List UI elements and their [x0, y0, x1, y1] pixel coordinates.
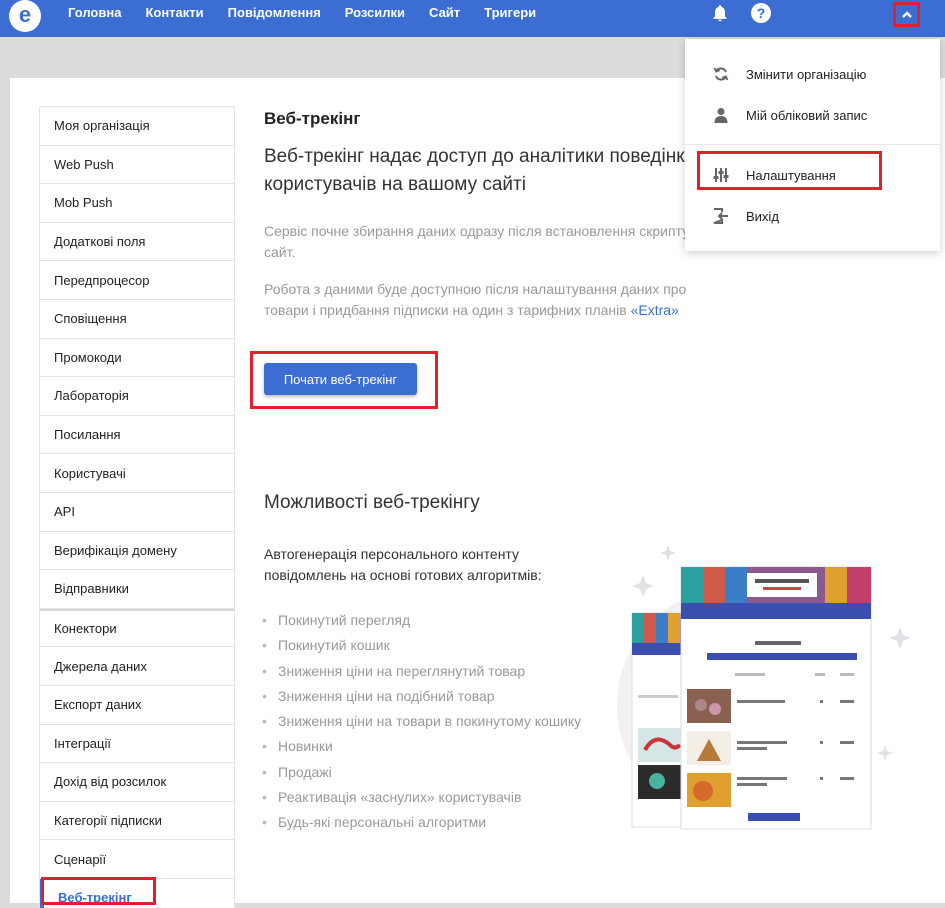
lead-text: Веб-трекінг надає доступ до аналітики по…: [264, 146, 696, 195]
nav-home[interactable]: Головна: [68, 5, 121, 21]
email-preview-illustration: [617, 545, 911, 830]
list-item: • Продажі: [262, 763, 332, 780]
list-item: • Новинки: [262, 738, 333, 755]
sidebar-item-integrations[interactable]: Інтеграції: [40, 725, 234, 764]
feature-label: Продажі: [278, 763, 332, 780]
feature-label: Будь-які персональні алгоритми: [278, 814, 487, 831]
settings-sidebar: Моя організація Web Push Mob Push Додатк…: [39, 106, 235, 908]
sidebar-item-data-export[interactable]: Експорт даних: [40, 686, 234, 725]
feature-label: Зниження ціни на подібний товар: [278, 687, 495, 704]
nav-contacts[interactable]: Контакти: [145, 5, 203, 21]
sidebar-item-links[interactable]: Посилання: [40, 416, 234, 455]
chevron-up-icon: [901, 10, 912, 18]
main-content: Веб-трекінг Веб-трекінг надає доступ до …: [264, 108, 714, 321]
list-item: • Зниження ціни на подібний товар: [262, 687, 495, 704]
sidebar-item-users[interactable]: Користувачі: [40, 454, 234, 493]
feature-label: Покинутий кошик: [278, 637, 390, 654]
sidebar-item-connectors[interactable]: Конектори: [40, 608, 234, 648]
description-1: Сервіс почне збирання даних одразу після…: [264, 223, 709, 260]
sidebar-item-notifications[interactable]: Сповіщення: [40, 300, 234, 339]
menu-item-my-account[interactable]: Мій обліковий запис: [685, 96, 940, 134]
extra-plan-link[interactable]: «Extra»: [631, 302, 679, 318]
menu-item-label: Налаштування: [746, 167, 836, 183]
sidebar-item-extra-fields[interactable]: Додаткові поля: [40, 223, 234, 262]
page-title: Веб-трекінг: [264, 109, 361, 128]
sync-icon: [713, 67, 729, 81]
feature-label: Покинутий перегляд: [278, 612, 411, 628]
features-intro: Автогенерація персонального контенту пов…: [264, 546, 542, 583]
list-item: • Будь-які персональні алгоритми: [262, 814, 487, 831]
sidebar-item-organization[interactable]: Моя організація: [40, 107, 234, 146]
nav-site[interactable]: Сайт: [429, 5, 460, 21]
list-item: • Покинутий перегляд: [262, 612, 411, 628]
menu-divider: [685, 144, 940, 145]
menu-item-logout[interactable]: Вихід: [685, 197, 940, 235]
feature-label: Новинки: [278, 738, 333, 755]
sidebar-item-revenue[interactable]: Дохід від розсилок: [40, 763, 234, 802]
top-navbar: e Головна Контакти Повідомлення Розсилки…: [0, 0, 945, 37]
menu-item-label: Змінити організацію: [746, 66, 867, 82]
sidebar-item-web-push[interactable]: Web Push: [40, 146, 234, 185]
nav-campaigns[interactable]: Розсилки: [345, 5, 405, 21]
sidebar-item-preprocessor[interactable]: Передпроцесор: [40, 261, 234, 300]
account-menu-toggle[interactable]: [893, 2, 920, 27]
sidebar-item-promocodes[interactable]: Промокоди: [40, 339, 234, 378]
logo[interactable]: e: [9, 0, 41, 32]
features-list: • Покинутий перегляд • Покинутий кошик • Зн…: [262, 608, 581, 836]
sidebar-item-laboratory[interactable]: Лабораторія: [40, 377, 234, 416]
sliders-icon: [713, 168, 729, 182]
menu-item-label: Мій обліковий запис: [746, 107, 868, 123]
sidebar-item-senders[interactable]: Відправники: [40, 570, 234, 609]
sidebar-item-web-tracking[interactable]: Веб-трекінг: [40, 878, 234, 908]
list-item: • Реактивація «заснулих» користувачів: [262, 789, 522, 806]
bell-icon[interactable]: [710, 3, 730, 23]
description-2-text: Робота з даними буде доступною після нал…: [264, 281, 687, 318]
menu-item-switch-organization[interactable]: Змінити організацію: [685, 55, 940, 93]
feature-label: Зниження ціни на переглянутий товар: [278, 662, 526, 679]
help-icon[interactable]: ?: [751, 3, 771, 23]
sidebar-item-subscription-categories[interactable]: Категорії підписки: [40, 802, 234, 841]
description-2: Робота з даними буде доступною після нал…: [264, 279, 714, 321]
sidebar-item-mob-push[interactable]: Mob Push: [40, 184, 234, 223]
sidebar-item-domain-verification[interactable]: Верифікація домену: [40, 532, 234, 571]
sidebar-item-data-sources[interactable]: Джерела даних: [40, 647, 234, 686]
feature-label: Реактивація «заснулих» користувачів: [278, 789, 522, 806]
list-item: • Зниження ціни на товари в покинутому ко…: [262, 713, 582, 730]
user-icon: [714, 108, 728, 123]
list-item: • Зниження ціни на переглянутий товар: [262, 662, 526, 679]
nav-messages[interactable]: Повідомлення: [228, 5, 321, 21]
sidebar-item-scenarios[interactable]: Сценарії: [40, 840, 234, 879]
account-dropdown-menu: Змінити організацію Мій обліковий запис …: [685, 39, 940, 251]
sidebar-item-api[interactable]: API: [40, 493, 234, 532]
main-nav: Головна Контакти Повідомлення Розсилки С…: [68, 5, 560, 21]
logout-icon: [713, 208, 728, 224]
list-item: • Покинутий кошик: [262, 637, 390, 654]
nav-triggers[interactable]: Тригери: [484, 5, 536, 21]
menu-item-label: Вихід: [746, 208, 779, 224]
start-web-tracking-button[interactable]: Почати веб-трекінг: [264, 363, 417, 395]
features-title: Можливості веб-трекінгу: [264, 492, 480, 513]
feature-label: Зниження ціни на товари в покинутому кош…: [278, 713, 582, 730]
menu-item-settings[interactable]: Налаштування: [685, 156, 940, 194]
